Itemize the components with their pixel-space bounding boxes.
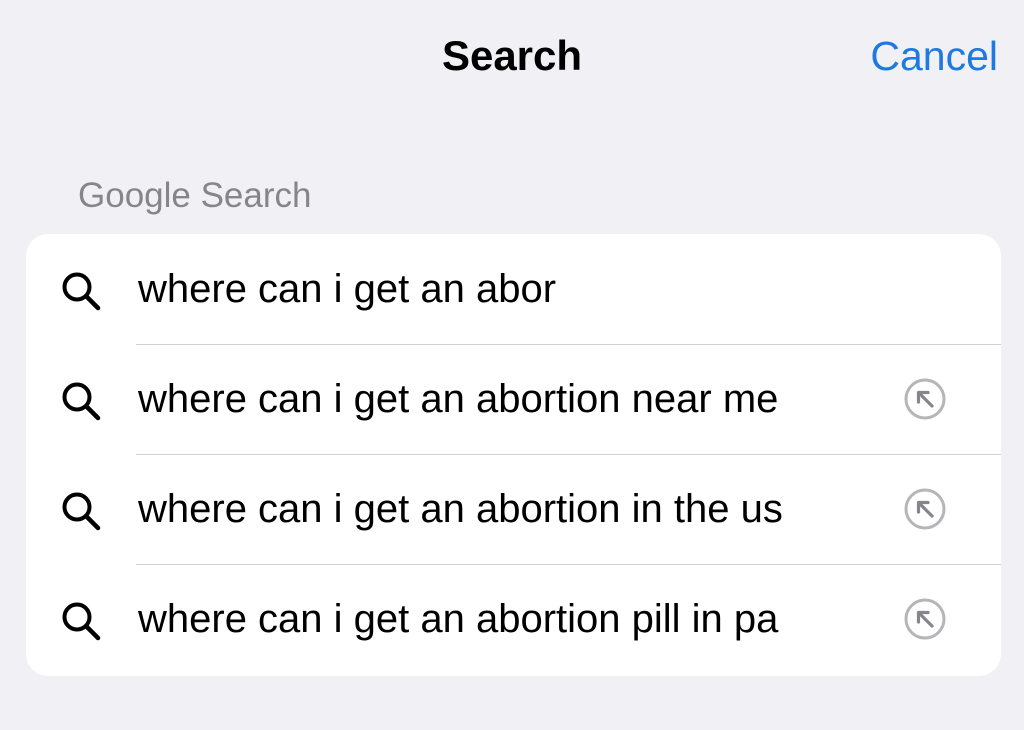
search-icon (62, 602, 101, 641)
fill-search-arrow-icon[interactable] (903, 597, 947, 641)
fill-search-arrow-icon[interactable] (903, 377, 947, 421)
suggestion-text: where can i get an abortion near me (138, 377, 779, 421)
search-icon (62, 272, 101, 311)
fill-search-arrow-icon[interactable] (903, 487, 947, 531)
search-icon (62, 382, 101, 421)
navigation-bar: Search Cancel (0, 0, 1024, 112)
suggestion-text: where can i get an abortion pill in pa (138, 597, 779, 641)
suggestion-row[interactable]: where can i get an abortion near me (26, 344, 1001, 454)
suggestion-row[interactable]: where can i get an abortion pill in pa (26, 564, 1001, 674)
search-icon (62, 492, 101, 531)
suggestion-text: where can i get an abor (138, 267, 557, 311)
suggestion-row[interactable]: where can i get an abortion in the us (26, 454, 1001, 564)
suggestion-row[interactable]: where can i get an abor (26, 234, 1001, 344)
section-header-google-search: Google Search (78, 176, 312, 215)
suggestion-text: where can i get an abortion in the us (138, 487, 783, 531)
cancel-button[interactable]: Cancel (870, 30, 998, 82)
search-suggestions-list: where can i get an abor where can i get … (26, 234, 1001, 676)
